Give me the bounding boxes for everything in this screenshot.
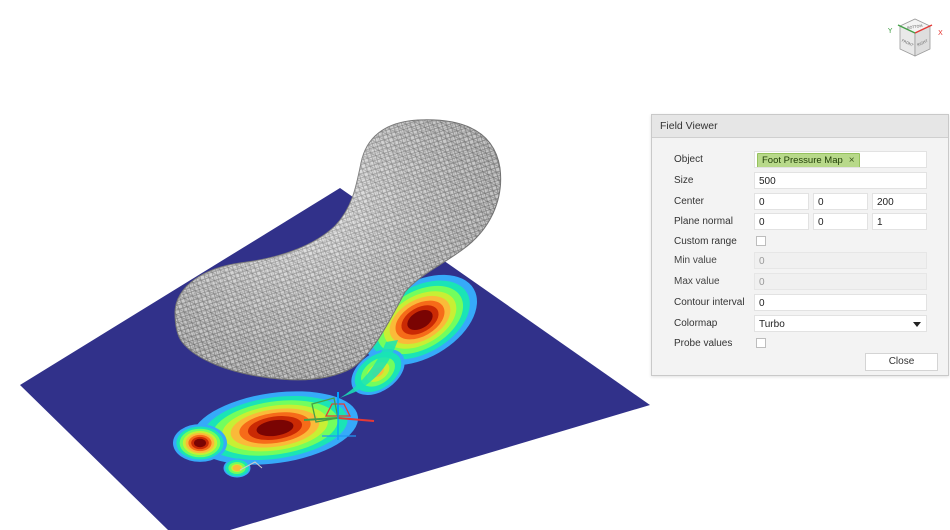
tag-remove-icon[interactable]: ×: [849, 155, 855, 166]
min-value-label: Min value: [674, 255, 717, 266]
max-value-label: Max value: [674, 276, 720, 287]
object-tag-label: Foot Pressure Map: [762, 155, 843, 166]
contour-interval-label: Contour interval: [674, 297, 745, 308]
custom-range-checkbox[interactable]: [756, 236, 766, 246]
row-object: Object Foot Pressure Map ×: [652, 151, 948, 169]
probe-values-checkbox[interactable]: [756, 338, 766, 348]
contour-interval-input[interactable]: 0: [754, 294, 927, 311]
heatmap-contour: [234, 465, 240, 471]
probe-values-label: Probe values: [674, 338, 733, 349]
object-field[interactable]: Foot Pressure Map ×: [754, 151, 927, 168]
plane-normal-label: Plane normal: [674, 216, 733, 227]
row-custom-range: Custom range: [652, 233, 948, 251]
max-value-input: 0: [754, 273, 927, 290]
plane-normal-y-input[interactable]: 0: [813, 213, 868, 230]
chevron-down-icon: [913, 322, 921, 327]
center-label: Center: [674, 196, 705, 207]
row-colormap: Colormap Turbo: [652, 315, 948, 333]
row-contour-interval: Contour interval 0: [652, 294, 948, 312]
row-size: Size 500: [652, 172, 948, 190]
center-y-input[interactable]: 0: [813, 193, 868, 210]
colormap-label: Colormap: [674, 318, 718, 329]
object-tag[interactable]: Foot Pressure Map ×: [757, 153, 860, 167]
center-x-input[interactable]: 0: [754, 193, 809, 210]
custom-range-label: Custom range: [674, 236, 737, 247]
row-max-value: Max value 0: [652, 273, 948, 291]
field-viewer-panel: Field Viewer Object Foot Pressure Map × S…: [651, 114, 949, 376]
size-label: Size: [674, 175, 694, 186]
nav-cube-axis-y: Y: [887, 27, 893, 35]
navigation-cube[interactable]: BOTTOM FRONT RIGHT Y X: [880, 16, 950, 64]
nav-cube-axis-x: X: [938, 29, 943, 37]
size-input[interactable]: 500: [754, 172, 927, 189]
row-center: Center 0 0 200: [652, 193, 948, 211]
plane-normal-z-input[interactable]: 1: [872, 213, 927, 230]
plane-normal-x-input[interactable]: 0: [754, 213, 809, 230]
close-button[interactable]: Close: [865, 353, 938, 371]
row-plane-normal: Plane normal 0 0 1: [652, 213, 948, 231]
heatmap-contour: [194, 438, 206, 448]
row-min-value: Min value 0: [652, 252, 948, 270]
colormap-select[interactable]: Turbo: [754, 315, 927, 332]
min-value-input: 0: [754, 252, 927, 269]
panel-body: Object Foot Pressure Map × Size 500 Cente…: [652, 138, 948, 375]
colormap-selected: Turbo: [759, 319, 785, 330]
center-z-input[interactable]: 200: [872, 193, 927, 210]
panel-title: Field Viewer: [652, 115, 948, 138]
row-probe-values: Probe values: [652, 335, 948, 353]
object-label: Object: [674, 154, 703, 165]
